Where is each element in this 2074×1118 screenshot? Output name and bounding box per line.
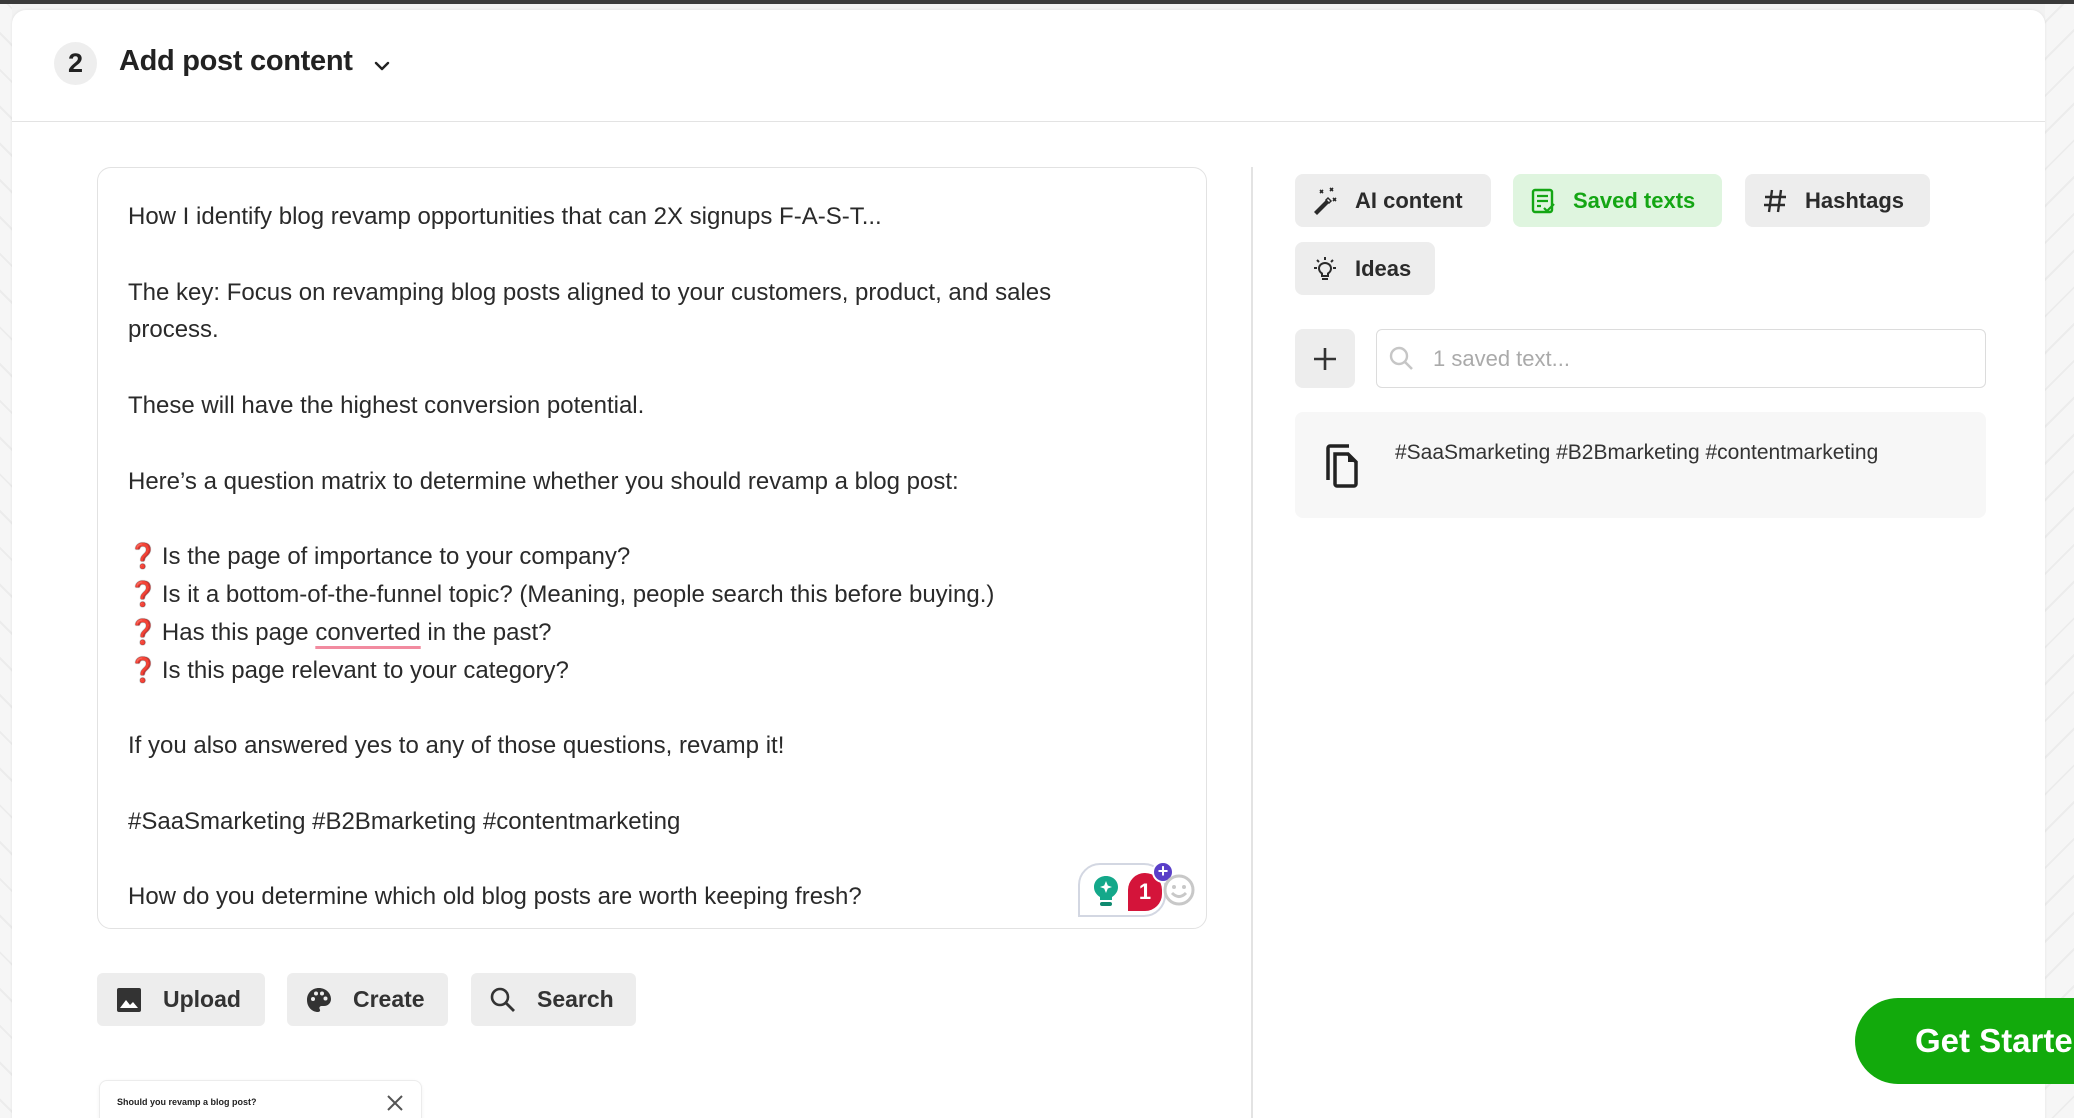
tab-saved-texts-label: Saved texts	[1573, 187, 1696, 213]
line-text: The key: Focus on revamping blog posts a…	[128, 278, 1052, 306]
get-started-button[interactable]: Get Started	[1855, 998, 2074, 1084]
post-text-editor[interactable]: How I identify blog revamp opportunities…	[97, 167, 1207, 929]
step-number-badge: 2	[54, 42, 97, 85]
palette-icon	[307, 987, 331, 1012]
question-mark-emoji-icon: ❓	[128, 656, 158, 684]
emoji-picker-icon[interactable]	[1162, 873, 1196, 907]
search-icon	[1389, 346, 1413, 370]
upload-label: Upload	[163, 986, 241, 1012]
create-label: Create	[353, 986, 425, 1012]
tab-ai-content-label: AI content	[1355, 187, 1463, 213]
text-line: process.	[128, 311, 1188, 349]
tab-saved-texts[interactable]: Saved texts	[1513, 174, 1722, 227]
close-icon[interactable]	[385, 1093, 405, 1113]
search-media-button[interactable]: Search	[471, 973, 636, 1026]
question-line: ❓ Has this page converted in the past?	[128, 614, 1188, 652]
magic-wand-icon	[1314, 186, 1337, 215]
image-icon	[117, 987, 141, 1012]
line-text: How do you determine which old blog post…	[128, 883, 862, 911]
text-line: The key: Focus on revamping blog posts a…	[128, 274, 1188, 312]
question-line: ❓ Is the page of importance to your compa…	[128, 538, 1188, 576]
lightbulb-icon	[1314, 256, 1336, 280]
tab-hashtags[interactable]: Hashtags	[1745, 174, 1930, 227]
add-saved-text-button[interactable]	[1295, 329, 1355, 388]
page-backdrop-left	[0, 4, 12, 1118]
post-text-content[interactable]: How I identify blog revamp opportunities…	[128, 198, 1188, 916]
line-text: Is this page relevant to your category?	[161, 656, 569, 684]
text-line: If you also answered yes to any of those…	[128, 727, 1188, 765]
line-text: If you also answered yes to any of those…	[128, 732, 785, 760]
copy-icon[interactable]	[1325, 444, 1359, 488]
spellcheck-flagged-word[interactable]: converted	[315, 619, 420, 646]
question-mark-emoji-icon: ❓	[128, 580, 158, 608]
search-icon	[490, 987, 515, 1012]
text-line: #SaaSmarketing #B2Bmarketing #contentmar…	[128, 803, 1188, 841]
post-content-card: 2 Add post content How I identify blog r…	[12, 10, 2045, 1118]
section-header[interactable]: 2 Add post content	[12, 10, 2045, 122]
saved-text-item[interactable]: #SaaSmarketing #B2Bmarketing #contentmar…	[1295, 412, 1986, 518]
line-text: Is the page of importance to your compan…	[161, 543, 631, 571]
grammar-extension-widget[interactable]: 1 +	[1078, 861, 1195, 917]
chevron-down-icon[interactable]	[372, 56, 392, 76]
create-button[interactable]: Create	[287, 973, 448, 1026]
tab-ai-content[interactable]: AI content	[1295, 174, 1491, 227]
line-text: Here’s a question matrix to determine wh…	[128, 467, 959, 495]
question-mark-emoji-icon: ❓	[128, 618, 158, 646]
question-mark-emoji-icon: ❓	[128, 543, 158, 571]
saved-text-search[interactable]	[1376, 329, 1986, 388]
section-title: Add post content	[119, 45, 353, 77]
upload-button[interactable]: Upload	[97, 973, 265, 1026]
plus-icon	[1314, 347, 1336, 370]
text-line: How I identify blog revamp opportunities…	[128, 198, 1188, 236]
line-text: How I identify blog revamp opportunities…	[128, 203, 882, 230]
text-line: These will have the highest conversion p…	[128, 387, 1188, 425]
line-text: These will have the highest conversion p…	[128, 391, 645, 419]
page-backdrop-right	[2045, 4, 2074, 1118]
line-text: #SaaSmarketing #B2Bmarketing #contentmar…	[128, 807, 681, 835]
saved-text-icon	[1531, 188, 1555, 213]
tab-ideas-label: Ideas	[1355, 255, 1412, 281]
hash-icon	[1764, 189, 1786, 212]
ai-lightbulb-icon[interactable]	[1093, 875, 1119, 907]
text-line: How do you determine which old blog post…	[128, 878, 1188, 916]
question-line: ❓ Is it a bottom-of-the-funnel topic? (Me…	[128, 576, 1188, 614]
line-text: Has this page converted in the past?	[161, 618, 552, 646]
text-line: Here’s a question matrix to determine wh…	[128, 463, 1188, 501]
search-media-label: Search	[537, 986, 614, 1012]
column-divider	[1251, 167, 1253, 1118]
line-text: Is it a bottom-of-the-funnel topic? (Mea…	[161, 580, 995, 608]
saved-text-search-input[interactable]	[1433, 345, 1953, 372]
attached-image-title: Should you revamp a blog post?	[117, 1097, 257, 1107]
browser-top-bar	[0, 0, 2074, 4]
tab-ideas[interactable]: Ideas	[1295, 242, 1435, 295]
question-line: ❓ Is this page relevant to your category?	[128, 652, 1188, 690]
line-text: process.	[128, 316, 219, 344]
attached-image-card[interactable]: Should you revamp a blog post?	[99, 1080, 422, 1118]
saved-text-content: #SaaSmarketing #B2Bmarketing #contentmar…	[1395, 441, 1879, 464]
tab-hashtags-label: Hashtags	[1805, 187, 1905, 213]
